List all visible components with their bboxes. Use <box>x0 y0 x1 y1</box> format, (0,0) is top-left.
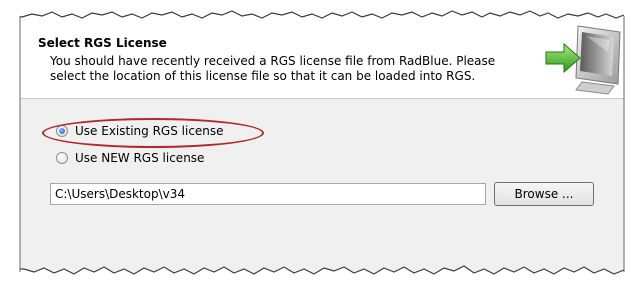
use-new-license-radio[interactable] <box>56 152 68 164</box>
use-new-license-option[interactable]: Use NEW RGS license <box>56 150 204 166</box>
header-description-line-2: select the location of this license file… <box>50 69 476 83</box>
left-edge-shade <box>0 0 21 294</box>
highlight-annotation-ellipse <box>42 118 264 148</box>
use-new-license-label: Use NEW RGS license <box>75 151 205 165</box>
license-path-input[interactable] <box>50 183 486 205</box>
header-description: You should have recently received a RGS … <box>50 54 520 84</box>
header-title: Select RGS License <box>38 36 167 50</box>
dialog-header: Select RGS License You should have recen… <box>20 14 624 99</box>
header-description-line-1: You should have recently received a RGS … <box>50 54 496 68</box>
browse-button[interactable]: Browse ... <box>494 182 594 206</box>
license-dialog: Select RGS License You should have recen… <box>20 14 624 284</box>
screenshot-stage: Select RGS License You should have recen… <box>0 0 636 294</box>
computer-arrow-icon <box>545 25 621 95</box>
right-edge-shade <box>623 0 636 294</box>
